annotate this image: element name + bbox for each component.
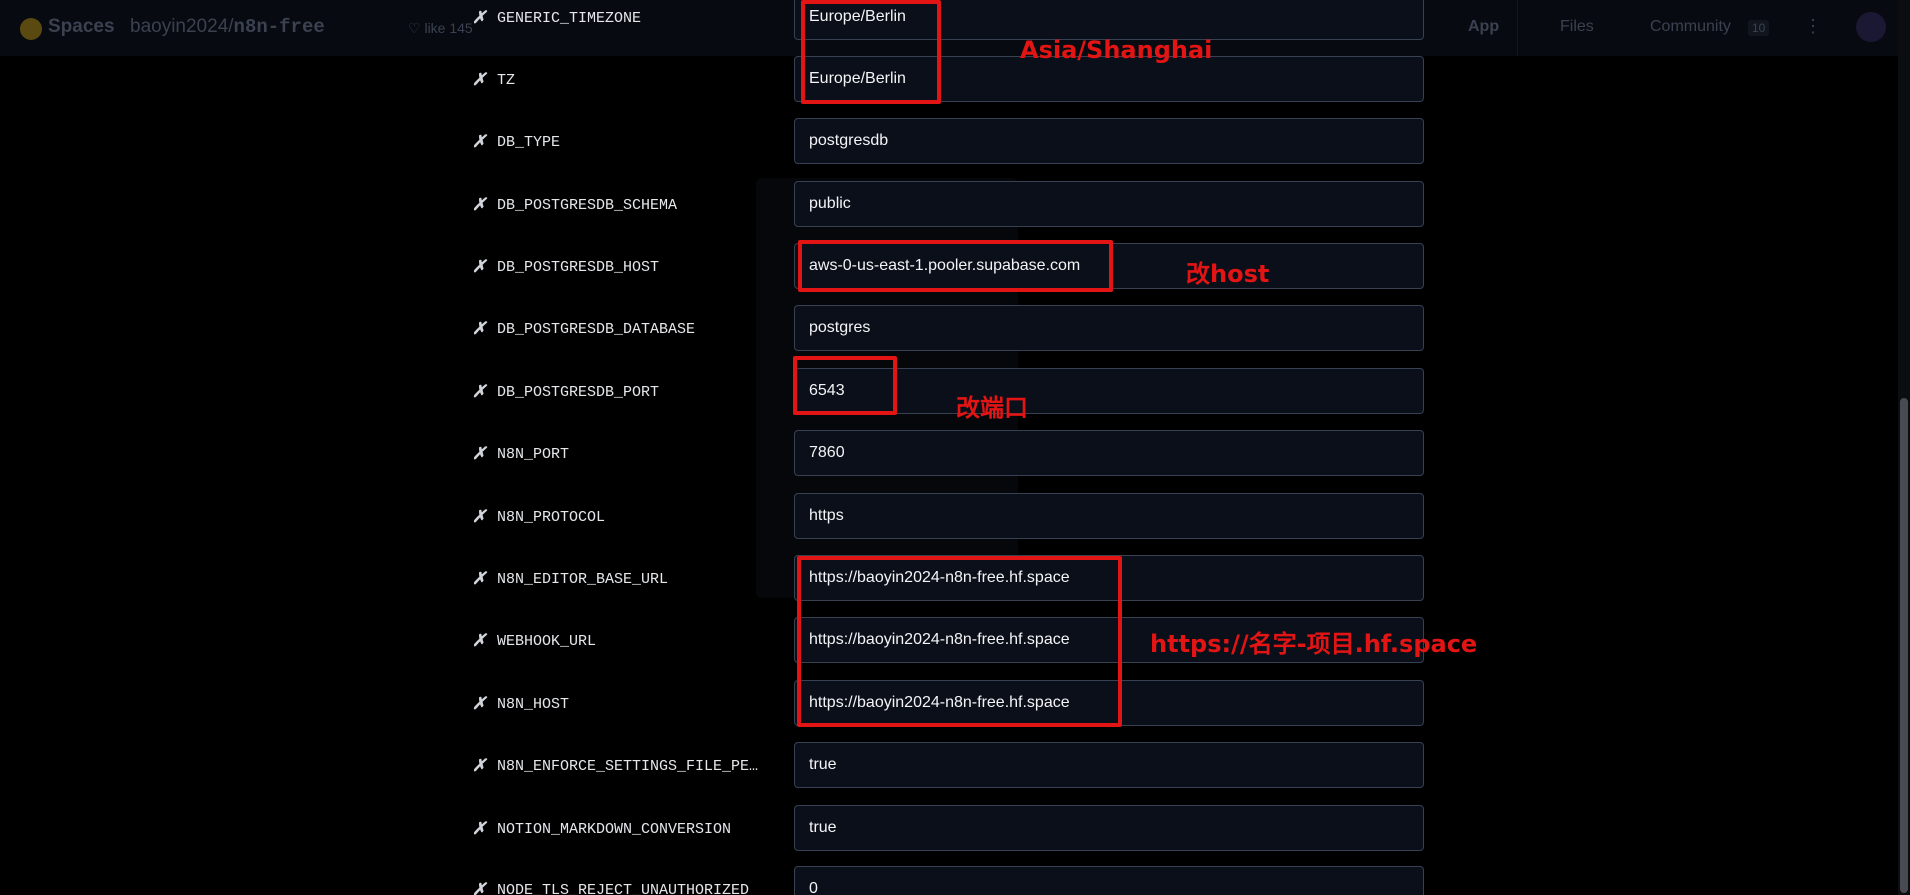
env-var-value-input[interactable] [794, 493, 1424, 539]
delete-icon[interactable]: ✗ [472, 132, 486, 152]
env-var-value-input[interactable] [794, 181, 1424, 227]
url-annotation: https://名字-项目.hf.space [1150, 630, 1478, 658]
env-var-name: DB_TYPE [497, 134, 561, 151]
timezone-annotation: Asia/Shanghai [1020, 36, 1213, 64]
env-var-row: ✗ DB_POSTGRESDB_SCHEMA [0, 181, 1910, 231]
env-var-row: ✗ DB_POSTGRESDB_PORT [0, 368, 1910, 418]
env-var-name: NOTION_MARKDOWN_CONVERSION [497, 821, 732, 838]
env-var-name: NODE_TLS_REJECT_UNAUTHORIZED [497, 882, 750, 895]
delete-icon[interactable]: ✗ [472, 880, 486, 895]
timezone-highlight-box [801, 0, 941, 104]
host-highlight-box [798, 240, 1113, 292]
env-var-name: DB_POSTGRESDB_HOST [497, 259, 660, 276]
delete-icon[interactable]: ✗ [472, 8, 486, 28]
env-var-row: ✗ DB_POSTGRESDB_DATABASE [0, 305, 1910, 355]
env-var-row: ✗ NOTION_MARKDOWN_CONVERSION [0, 805, 1910, 855]
delete-icon[interactable]: ✗ [472, 694, 486, 714]
delete-icon[interactable]: ✗ [472, 756, 486, 776]
delete-icon[interactable]: ✗ [472, 70, 486, 90]
env-var-name: N8N_ENFORCE_SETTINGS_FILE_PE… [497, 758, 759, 775]
env-var-name: DB_POSTGRESDB_SCHEMA [497, 197, 678, 214]
env-var-name: N8N_HOST [497, 696, 570, 713]
delete-icon[interactable]: ✗ [472, 444, 486, 464]
delete-icon[interactable]: ✗ [472, 569, 486, 589]
delete-icon[interactable]: ✗ [472, 257, 486, 277]
scrollbar-thumb[interactable] [1900, 398, 1908, 893]
env-var-row: ✗ DB_TYPE [0, 118, 1910, 168]
port-annotation: 改端口 [956, 394, 1028, 422]
env-var-row: ✗ N8N_PROTOCOL [0, 493, 1910, 543]
delete-icon[interactable]: ✗ [472, 507, 486, 527]
host-annotation: 改host [1186, 260, 1270, 288]
env-var-name: DB_POSTGRESDB_DATABASE [497, 321, 696, 338]
env-var-name: TZ [497, 72, 516, 89]
env-var-value-input[interactable] [794, 805, 1424, 851]
env-var-row: ✗ TZ [0, 56, 1910, 106]
env-var-value-input[interactable] [794, 430, 1424, 476]
env-var-name: N8N_PROTOCOL [497, 509, 606, 526]
env-var-value-input[interactable] [794, 305, 1424, 351]
env-var-row: ✗ N8N_PORT [0, 430, 1910, 480]
delete-icon[interactable]: ✗ [472, 631, 486, 651]
env-var-row: ✗ NODE_TLS_REJECT_UNAUTHORIZED [0, 866, 1910, 895]
delete-icon[interactable]: ✗ [472, 195, 486, 215]
env-var-row: ✗ GENERIC_TIMEZONE [0, 0, 1910, 44]
port-highlight-box [793, 356, 897, 415]
url-highlight-box [797, 556, 1122, 727]
env-var-name: DB_POSTGRESDB_PORT [497, 384, 660, 401]
env-var-value-input[interactable] [794, 742, 1424, 788]
delete-icon[interactable]: ✗ [472, 319, 486, 339]
delete-icon[interactable]: ✗ [472, 382, 486, 402]
env-var-value-input[interactable] [794, 866, 1424, 895]
delete-icon[interactable]: ✗ [472, 819, 486, 839]
env-var-name: N8N_EDITOR_BASE_URL [497, 571, 669, 588]
env-var-value-input[interactable] [794, 118, 1424, 164]
env-var-name: WEBHOOK_URL [497, 633, 597, 650]
env-var-name: N8N_PORT [497, 446, 570, 463]
env-var-row: ✗ N8N_ENFORCE_SETTINGS_FILE_PE… [0, 742, 1910, 792]
env-var-name: GENERIC_TIMEZONE [497, 10, 642, 27]
